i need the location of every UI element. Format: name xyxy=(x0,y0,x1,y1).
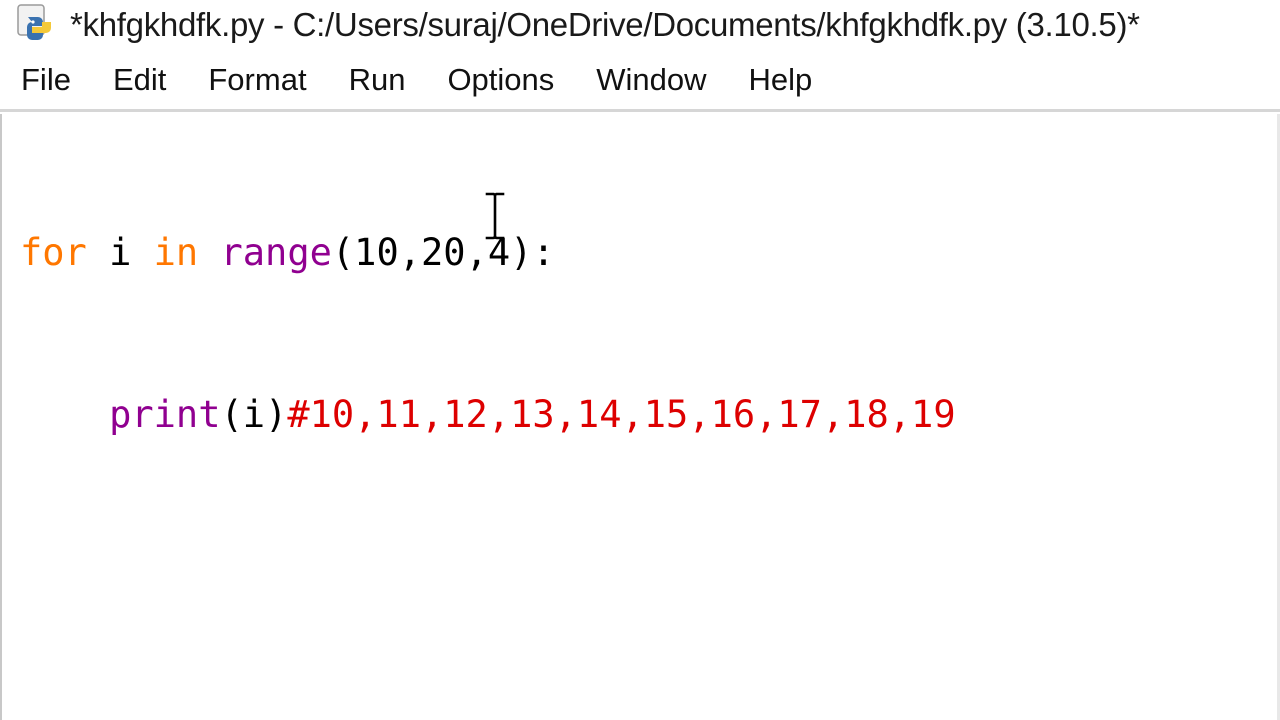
code-line-2: print(i)#10,11,12,13,14,15,16,17,18,19 xyxy=(20,388,1280,442)
python-idle-icon[interactable] xyxy=(14,3,58,47)
menu-help[interactable]: Help xyxy=(728,50,834,109)
keyword-for: for xyxy=(20,231,87,274)
range-arguments: (10,20,4): xyxy=(331,231,555,274)
keyword-in: in xyxy=(153,231,199,274)
code-comment: #10,11,12,13,14,15,16,17,18,19 xyxy=(287,393,956,436)
title-bar[interactable]: *khfgkhdfk.py - C:/Users/suraj/OneDrive/… xyxy=(0,0,1280,50)
menu-format[interactable]: Format xyxy=(187,50,327,109)
menu-options[interactable]: Options xyxy=(426,50,575,109)
code-editor[interactable]: for i in range(10,20,4): print(i)#10,11,… xyxy=(0,114,1280,720)
menu-edit[interactable]: Edit xyxy=(92,50,187,109)
menu-run[interactable]: Run xyxy=(328,50,427,109)
menu-bar: File Edit Format Run Options Window Help xyxy=(0,50,1280,112)
print-arguments: (i) xyxy=(220,393,288,436)
menu-file[interactable]: File xyxy=(0,50,92,109)
builtin-range: range xyxy=(220,231,332,274)
variable-i: i xyxy=(86,231,154,274)
idle-editor-window: *khfgkhdfk.py - C:/Users/suraj/OneDrive/… xyxy=(0,0,1280,720)
menu-window[interactable]: Window xyxy=(575,50,727,109)
window-title: *khfgkhdfk.py - C:/Users/suraj/OneDrive/… xyxy=(70,6,1140,43)
code-line-1: for i in range(10,20,4): xyxy=(20,226,1280,280)
builtin-print: print xyxy=(109,393,221,436)
